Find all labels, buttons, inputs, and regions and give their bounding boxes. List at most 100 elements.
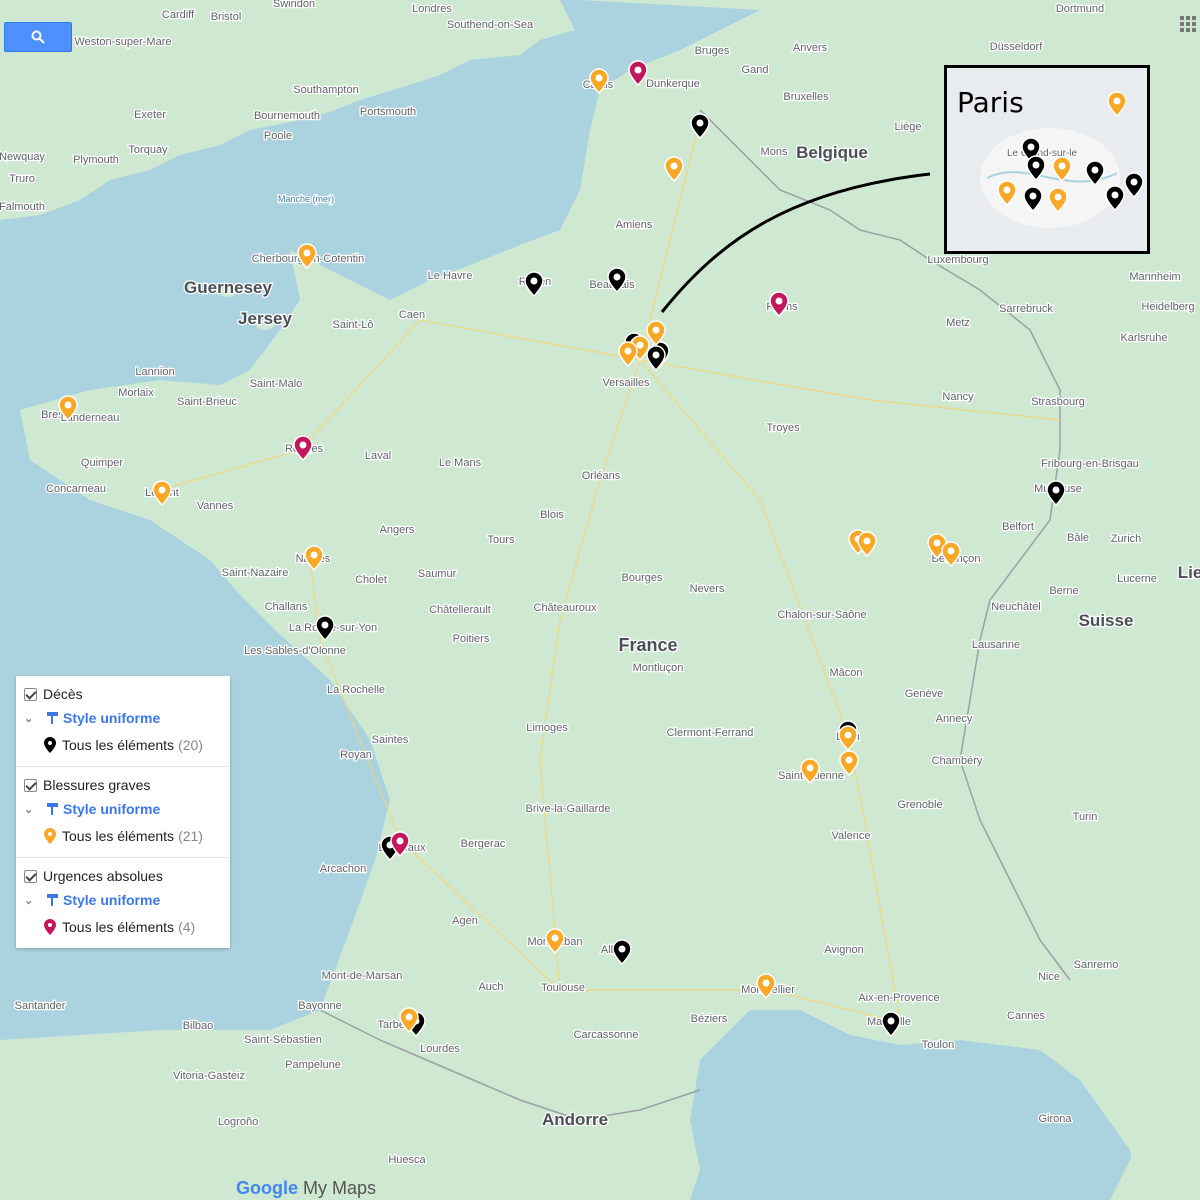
map-pin-icon	[44, 919, 56, 935]
city-label: Amiens	[616, 219, 653, 231]
items-label: Tous les éléments	[62, 919, 175, 935]
city-label: Chalon-sur-Saône	[777, 609, 866, 621]
city-label: Laval	[365, 450, 391, 462]
city-label: Tours	[488, 534, 515, 546]
city-label: Grenoble	[897, 799, 942, 811]
city-label: Karlsruhe	[1120, 332, 1167, 344]
chevron-down-icon[interactable]: ⌄	[24, 894, 38, 907]
search-button[interactable]	[4, 22, 72, 52]
city-label: Neuchâtel	[991, 601, 1041, 613]
all-items-row[interactable]: Tous les éléments (4)	[16, 912, 230, 942]
city-label: Toulon	[922, 1039, 954, 1051]
items-label: Tous les éléments	[62, 737, 175, 753]
city-label: Châteauroux	[534, 602, 597, 614]
city-label: Swindon	[273, 0, 315, 10]
city-label: Quimper	[81, 457, 124, 469]
layer-checkbox[interactable]	[24, 869, 37, 883]
layer-name: Urgences absolues	[43, 868, 163, 884]
city-label: Cannes	[1007, 1010, 1045, 1022]
city-label: Blois	[540, 509, 564, 521]
city-label: Les Sables-d'Olonne	[244, 645, 346, 657]
city-label: Avignon	[824, 944, 864, 956]
paint-roller-icon	[47, 894, 58, 906]
city-label: Newquay	[0, 151, 45, 163]
layer-checkbox[interactable]	[24, 778, 37, 792]
city-label: Bâle	[1067, 532, 1089, 544]
style-selector[interactable]: ⌄ Style uniforme	[16, 797, 230, 821]
city-label: Huesca	[388, 1154, 426, 1166]
city-label: Gand	[742, 64, 769, 76]
city-label: Bristol	[211, 11, 242, 23]
city-label: Dortmund	[1056, 3, 1104, 15]
city-label: Londres	[412, 3, 452, 15]
country-label: Andorre	[542, 1110, 608, 1129]
city-label: Arcachon	[320, 863, 366, 875]
city-label: Saint-Brieuc	[177, 396, 237, 408]
city-label: Aix-en-Provence	[858, 992, 939, 1004]
city-label: Bournemouth	[254, 110, 320, 122]
city-label: Santander	[15, 1000, 66, 1012]
inset-city-label: Le Grand-sur-le	[1007, 148, 1077, 159]
city-label: Genève	[905, 688, 944, 700]
all-items-row[interactable]: Tous les éléments (20)	[16, 730, 230, 760]
city-label: Saumur	[418, 568, 457, 580]
city-label: Agen	[452, 915, 478, 927]
map-pin-icon	[44, 828, 56, 844]
style-label: Style uniforme	[63, 801, 161, 817]
city-label: Zurich	[1111, 533, 1142, 545]
country-label: Jersey	[238, 309, 292, 328]
city-label: Châtellerault	[429, 604, 491, 616]
style-selector[interactable]: ⌄ Style uniforme	[16, 888, 230, 912]
city-label: Saint-Lô	[333, 319, 374, 331]
city-label: Annecy	[936, 713, 973, 725]
city-label: La Rochelle	[327, 684, 385, 696]
items-count: (21)	[178, 828, 203, 844]
city-label: Berne	[1049, 585, 1078, 597]
layer-header[interactable]: Décès	[16, 682, 230, 706]
city-label: Strasbourg	[1031, 396, 1085, 408]
city-label: Nevers	[690, 583, 725, 595]
chevron-down-icon[interactable]: ⌄	[24, 803, 38, 816]
city-label: Vitoria-Gasteiz	[173, 1070, 245, 1082]
city-label: Saint-Sébastien	[244, 1034, 322, 1046]
paint-roller-icon	[47, 803, 58, 815]
apps-grid-icon[interactable]	[1180, 16, 1196, 32]
city-label: Nancy	[942, 391, 974, 403]
city-label: Lausanne	[972, 639, 1020, 651]
chevron-down-icon[interactable]: ⌄	[24, 712, 38, 725]
all-items-row[interactable]: Tous les éléments (21)	[16, 821, 230, 851]
city-label: Poitiers	[453, 633, 490, 645]
city-label: Mont-de-Marsan	[322, 970, 403, 982]
city-label: Mannheim	[1129, 271, 1180, 283]
city-label: Angers	[380, 524, 415, 536]
city-label: Orléans	[582, 470, 621, 482]
city-label: Saint-Malo	[250, 378, 303, 390]
city-label: Portsmouth	[360, 106, 416, 118]
layer-checkbox[interactable]	[24, 687, 37, 701]
city-label: Lourdes	[420, 1043, 460, 1055]
city-label: Concarneau	[46, 483, 106, 495]
city-label: Torquay	[128, 144, 168, 156]
city-label: Carcassonne	[574, 1029, 639, 1041]
city-label: Lucerne	[1117, 573, 1157, 585]
city-label: Bruges	[695, 45, 730, 57]
items-label: Tous les éléments	[62, 828, 175, 844]
style-selector[interactable]: ⌄ Style uniforme	[16, 706, 230, 730]
sea-label: Manche (mer)	[278, 194, 334, 204]
city-label: Mâcon	[829, 667, 862, 679]
layer-blessures: Blessures graves ⌄ Style uniforme Tous l…	[16, 767, 230, 858]
city-label: Challans	[265, 601, 308, 613]
layer-header[interactable]: Blessures graves	[16, 773, 230, 797]
layer-header[interactable]: Urgences absolues	[16, 864, 230, 888]
city-label: Weston-super-Mare	[75, 36, 172, 48]
city-label: Anvers	[793, 42, 828, 54]
country-label: Suisse	[1079, 611, 1134, 630]
city-label: Béziers	[691, 1013, 728, 1025]
city-label: Cardiff	[162, 9, 195, 21]
city-label: Valence	[832, 830, 871, 842]
inset-title: Paris	[957, 86, 1024, 119]
city-label: Troyes	[766, 422, 800, 434]
city-label: Clermont-Ferrand	[667, 727, 754, 739]
city-label: Vannes	[197, 500, 234, 512]
country-label: Belgique	[796, 143, 868, 162]
